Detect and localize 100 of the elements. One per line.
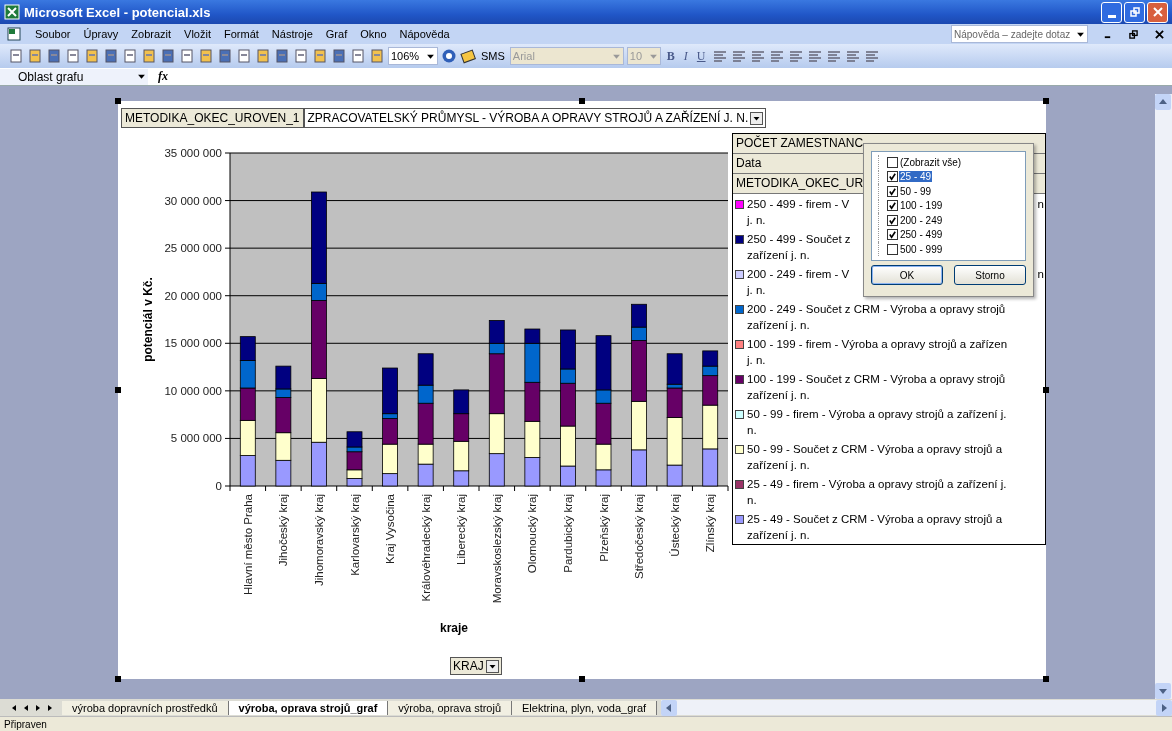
filter-option[interactable]: 100 - 199	[899, 200, 944, 212]
restore-icon[interactable]	[1129, 29, 1138, 39]
bar-segment	[311, 441, 327, 487]
selection-handle[interactable]	[1043, 676, 1049, 682]
checkbox[interactable]	[887, 200, 898, 212]
italic-button[interactable]: I	[680, 48, 691, 64]
align-left-icon[interactable]	[711, 48, 728, 64]
ok-button[interactable]: OK	[871, 265, 943, 285]
menu-item[interactable]: Nápověda	[399, 28, 450, 40]
bar-segment	[417, 463, 434, 487]
x-tick-label: Olomoucký kraj	[526, 494, 539, 574]
cancel-button[interactable]: Storno	[954, 265, 1026, 285]
y-tick-label: 30 000 000	[164, 194, 222, 207]
x-tick-label: Zlínský kraj	[704, 494, 717, 553]
menu-item[interactable]: Úpravy	[83, 28, 119, 40]
legend-label: 100 - 199 - Součet z CRM - Výroba a opravy strojů zařízení j. n.	[747, 372, 1006, 403]
selection-handle[interactable]	[579, 676, 585, 682]
restore-icon	[1129, 7, 1140, 17]
sheet-tab[interactable]: Elektrina, plyn, voda_graf	[512, 700, 658, 715]
checkbox[interactable]	[887, 214, 898, 226]
name-box[interactable]: Oblast grafu	[0, 68, 148, 85]
scroll-up-icon[interactable]	[1155, 94, 1171, 110]
checkbox[interactable]	[887, 171, 898, 183]
filter-option[interactable]: (Zobrazit vše)	[899, 156, 963, 168]
pivot-field-button[interactable]: KRAJ	[450, 657, 502, 675]
x-tick-label: Pardubický kraj	[561, 494, 574, 573]
x-tick-label: Královéhradecký kraj	[419, 494, 432, 602]
checkbox[interactable]	[887, 156, 898, 168]
x-tick-label: Kraj Vysočina	[384, 494, 397, 564]
spreadsheet-app-icon	[4, 4, 20, 20]
selection-handle[interactable]	[115, 676, 121, 682]
menu-item[interactable]: Formát	[224, 28, 259, 40]
bar-segment	[275, 459, 292, 487]
restore-button[interactable]	[1124, 1, 1145, 23]
close-button[interactable]	[1147, 1, 1168, 23]
document-icon[interactable]	[6, 26, 22, 42]
x-axis-title: kraje	[440, 621, 468, 635]
legend-label: 200 - 249 - Součet z CRM - Výroba a opravy strojů zařízení j. n.	[747, 302, 1006, 333]
filter-option[interactable]: 500 - 999	[899, 243, 944, 255]
selection-handle[interactable]	[1043, 98, 1049, 104]
caret-icon	[137, 72, 146, 81]
legend-label: n	[1037, 267, 1044, 282]
menu-item[interactable]: Vložit	[184, 28, 211, 40]
selection-handle[interactable]	[115, 98, 121, 104]
help-search-field[interactable]: Nápověda – zadejte dotaz	[951, 25, 1088, 43]
x-tick-label: Liberecký kraj	[455, 494, 468, 565]
bar-segment	[346, 478, 363, 487]
filter-option[interactable]: 25 - 49	[899, 171, 933, 183]
menu-item[interactable]: Nástroje	[271, 28, 313, 40]
pivot-filter-dropdown[interactable]: ZPRACOVATELSKÝ PRŮMYSL - VÝROBA A OPRAVY STROJŮ A ZAŘÍZENÍ J. N.	[303, 108, 767, 128]
checkbox[interactable]	[887, 185, 898, 197]
legend-label: 250 - 499 - firem - V j. n.	[747, 197, 850, 228]
y-tick-label: 10 000 000	[164, 384, 222, 397]
y-tick-label: 5 000 000	[170, 432, 222, 445]
status-text: Připraven	[4, 718, 47, 730]
bar-segment	[702, 350, 719, 367]
sheet-tab[interactable]: výroba dopravních prostředků	[62, 700, 229, 715]
scroll-left-icon[interactable]	[661, 700, 678, 716]
envelope-icon[interactable]	[460, 48, 476, 64]
legend-label: 100 - 199 - firem - Výroba a opravy strojů a zařízen j. n.	[747, 337, 1008, 368]
horizontal-scrollbar[interactable]	[661, 700, 1172, 715]
selection-handle[interactable]	[579, 98, 585, 104]
sheet-tab[interactable]: výroba, oprava strojů	[388, 700, 513, 715]
scroll-right-icon[interactable]	[1156, 700, 1172, 716]
underline-button[interactable]: U	[693, 48, 709, 64]
y-tick-label: 35 000 000	[164, 147, 222, 159]
legend-label: 250 - 499 - Součet z zařízení j. n.	[747, 232, 851, 263]
scroll-down-icon[interactable]	[1155, 683, 1171, 699]
bold-button[interactable]: B	[663, 48, 678, 64]
minimize-button[interactable]	[1101, 1, 1122, 23]
checkbox[interactable]	[887, 229, 898, 241]
function-icon[interactable]: fx	[148, 69, 178, 84]
menu-item[interactable]: Zobrazit	[131, 28, 172, 40]
menu-item[interactable]: Graf	[325, 28, 348, 40]
legend-label: 200 - 249 - firem - V j. n.	[747, 267, 850, 298]
selection-handle[interactable]	[1043, 387, 1049, 393]
pivot-field-button[interactable]: METODIKA_OKEC_UROVEN_1	[121, 108, 304, 128]
sheet-tab[interactable]: výroba, oprava strojů_graf	[228, 700, 389, 715]
y-tick-label: 0	[215, 480, 222, 492]
menu-item[interactable]: Okno	[360, 28, 387, 40]
legend-label: 25 - 49 - Součet z CRM - Výroba a opravy strojů a zařízení j. n.	[747, 512, 1003, 543]
checkbox[interactable]	[887, 243, 898, 255]
x-tick-label: Středočeský kraj	[633, 494, 646, 579]
filter-option[interactable]: 200 - 249	[899, 214, 944, 226]
help-icon[interactable]	[441, 48, 457, 64]
x-tick-label: Jihomoravský kraj	[312, 494, 325, 587]
zoom-field[interactable]: 106%	[388, 47, 438, 65]
close-icon[interactable]	[1155, 29, 1164, 39]
filter-option[interactable]: 50 - 99	[899, 185, 933, 197]
sms-button[interactable]: SMS	[479, 50, 507, 62]
y-tick-label: 25 000 000	[164, 242, 222, 255]
legend-label: 25 - 49 - firem - Výroba a opravy strojů a zařízení j. n.	[747, 477, 1007, 508]
bar-segment	[239, 360, 256, 389]
bar-segment	[524, 457, 541, 487]
selection-handle[interactable]	[115, 387, 121, 393]
vertical-scrollbar[interactable]	[1155, 94, 1172, 699]
menu-item[interactable]: Soubor	[35, 28, 71, 40]
legend-label: 50 - 99 - Součet z CRM - Výroba a opravy strojů a zařízení j. n.	[747, 442, 1003, 473]
x-tick-label: Jihočeský kraj	[277, 494, 290, 567]
filter-option[interactable]: 250 - 499	[899, 229, 944, 241]
